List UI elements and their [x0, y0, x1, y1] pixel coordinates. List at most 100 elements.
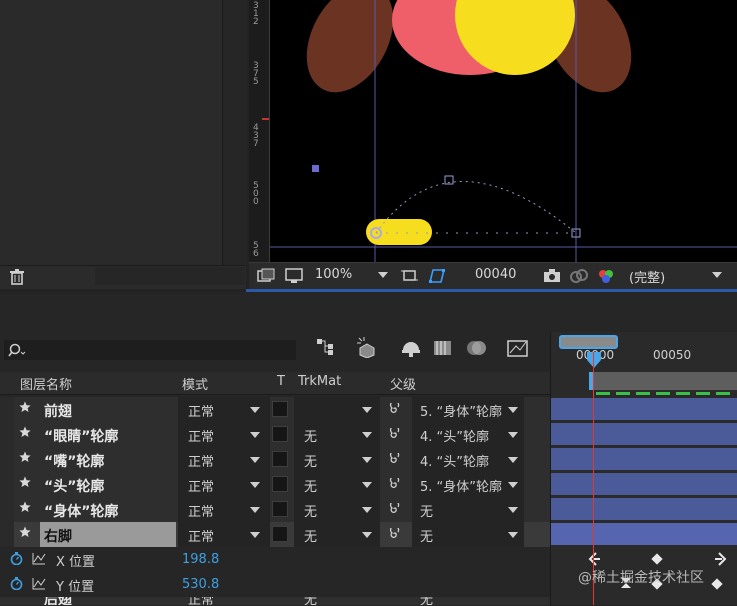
pick-whip-icon[interactable]: [389, 403, 401, 415]
transparency-grid-icon[interactable]: [427, 267, 447, 285]
star-icon[interactable]: [19, 426, 31, 438]
chevron-down-icon[interactable]: [362, 407, 372, 413]
right-foot[interactable]: [366, 219, 432, 245]
column-mode[interactable]: 模式: [182, 374, 208, 393]
layer-label-swatch[interactable]: [0, 447, 14, 472]
property-value[interactable]: 530.8: [182, 577, 219, 592]
layer-mode[interactable]: 正常: [188, 426, 214, 445]
chevron-down-icon[interactable]: [362, 457, 372, 463]
snapshot-toggle-icon[interactable]: [257, 268, 275, 284]
pick-whip-icon[interactable]: [389, 428, 401, 440]
layer-trkmat[interactable]: 无: [304, 501, 317, 520]
star-icon[interactable]: [19, 526, 31, 538]
property-value[interactable]: 198.8: [182, 552, 219, 567]
layer-mode[interactable]: 正常: [188, 476, 214, 495]
show-snapshot-icon[interactable]: [569, 268, 589, 283]
layer-trkmat[interactable]: 无: [304, 426, 317, 445]
layer-track-bar[interactable]: [551, 448, 737, 470]
layer-name[interactable]: “嘴”轮廓: [44, 451, 104, 471]
preserve-transparency-checkbox[interactable]: [272, 426, 288, 442]
layer-trkmat[interactable]: 无: [304, 526, 317, 545]
chevron-down-icon[interactable]: [250, 532, 260, 538]
star-icon[interactable]: [19, 451, 31, 463]
graph-icon[interactable]: [32, 577, 46, 590]
column-layer-name[interactable]: 图层名称: [20, 374, 72, 393]
composition-flowchart-icon[interactable]: [316, 338, 336, 356]
chevron-down-icon[interactable]: [508, 482, 518, 488]
chevron-down-icon[interactable]: [508, 432, 518, 438]
pick-whip-icon[interactable]: [389, 453, 401, 465]
preserve-transparency-checkbox[interactable]: [272, 451, 288, 467]
layer-trkmat[interactable]: 无: [304, 476, 317, 495]
chevron-down-icon[interactable]: [362, 532, 372, 538]
layer-label-swatch[interactable]: [0, 472, 14, 497]
resolution-label[interactable]: (完整): [629, 267, 665, 286]
layer-mode[interactable]: 正常: [188, 501, 214, 520]
layer-track-bar[interactable]: [551, 498, 737, 520]
layer-track-bar[interactable]: [551, 473, 737, 495]
chevron-down-icon[interactable]: [250, 507, 260, 513]
layer-label-swatch[interactable]: [0, 497, 14, 522]
property-row[interactable]: X 位置 198.8: [0, 547, 550, 572]
layer-parent[interactable]: 4. “头”轮廓: [420, 451, 489, 470]
chevron-down-icon[interactable]: [508, 507, 518, 513]
chevron-down-icon[interactable]: [712, 272, 722, 278]
zoom-level[interactable]: 100%: [315, 267, 352, 282]
layer-name[interactable]: “眼睛”轮廓: [44, 426, 118, 446]
layer-mode[interactable]: 正常: [188, 526, 214, 545]
layer-row[interactable]: “身体”轮廓 正常 无 无: [0, 497, 550, 523]
keyframe-ease-out-icon[interactable]: [713, 552, 727, 566]
layer-row[interactable]: “嘴”轮廓 正常 无 4. “头”轮廓: [0, 447, 550, 473]
pick-whip-icon[interactable]: [389, 503, 401, 515]
layer-name[interactable]: 右脚: [44, 526, 72, 546]
property-row[interactable]: Y 位置 530.8: [0, 572, 550, 597]
layer-parent[interactable]: 5. “身体”轮廓: [420, 476, 502, 495]
preserve-transparency-checkbox[interactable]: [272, 501, 288, 517]
draft-3d-icon[interactable]: [356, 336, 378, 358]
star-icon[interactable]: [19, 401, 31, 413]
star-icon[interactable]: [19, 476, 31, 488]
layer-mode[interactable]: 正常: [188, 451, 214, 470]
graph-icon[interactable]: [32, 552, 46, 565]
layer-search-input[interactable]: [4, 340, 296, 360]
chevron-down-icon[interactable]: [508, 407, 518, 413]
layer-label-swatch[interactable]: [0, 522, 14, 547]
preserve-transparency-checkbox[interactable]: [272, 476, 288, 492]
chevron-down-icon[interactable]: [250, 457, 260, 463]
layer-label-swatch[interactable]: [0, 422, 14, 447]
channels-icon[interactable]: [597, 267, 615, 284]
project-panel-scrollbar[interactable]: [222, 0, 247, 265]
anchor-point[interactable]: [312, 165, 319, 172]
layer-parent[interactable]: 无: [420, 501, 433, 520]
chevron-down-icon[interactable]: [250, 407, 260, 413]
motion-blur-icon[interactable]: [466, 338, 488, 358]
column-parent[interactable]: 父级: [390, 374, 416, 393]
composition-canvas[interactable]: [270, 0, 737, 262]
camera-icon[interactable]: [543, 268, 561, 283]
current-time-indicator-icon[interactable]: [585, 350, 603, 370]
layer-parent[interactable]: 5. “身体”轮廓: [420, 401, 502, 420]
chevron-down-icon[interactable]: [508, 532, 518, 538]
layer-track-bar[interactable]: [551, 398, 737, 420]
layer-row[interactable]: 右脚 正常 无 无: [0, 522, 550, 548]
frame-blending-icon[interactable]: [432, 338, 454, 358]
graph-editor-icon[interactable]: [507, 338, 529, 358]
layer-row[interactable]: 前翅 正常 5. “身体”轮廓: [0, 397, 550, 423]
column-t[interactable]: T: [277, 374, 285, 389]
layer-name[interactable]: “头”轮廓: [44, 476, 104, 496]
work-area-navigator[interactable]: [559, 335, 618, 349]
preserve-transparency-checkbox[interactable]: [272, 401, 288, 417]
star-icon[interactable]: [19, 501, 31, 513]
chevron-down-icon[interactable]: [250, 482, 260, 488]
stopwatch-icon[interactable]: [10, 577, 23, 590]
layer-trkmat[interactable]: 无: [304, 451, 317, 470]
chevron-down-icon[interactable]: [250, 432, 260, 438]
stopwatch-icon[interactable]: [10, 552, 23, 565]
layer-parent[interactable]: 4. “头”轮廓: [420, 426, 489, 445]
layer-parent[interactable]: 无: [420, 526, 433, 545]
layer-row[interactable]: “头”轮廓 正常 无 5. “身体”轮廓: [0, 472, 550, 498]
chevron-down-icon[interactable]: [362, 507, 372, 513]
monitor-icon[interactable]: [285, 268, 303, 284]
pick-whip-icon[interactable]: [389, 478, 401, 490]
shy-layers-icon[interactable]: [400, 338, 422, 358]
